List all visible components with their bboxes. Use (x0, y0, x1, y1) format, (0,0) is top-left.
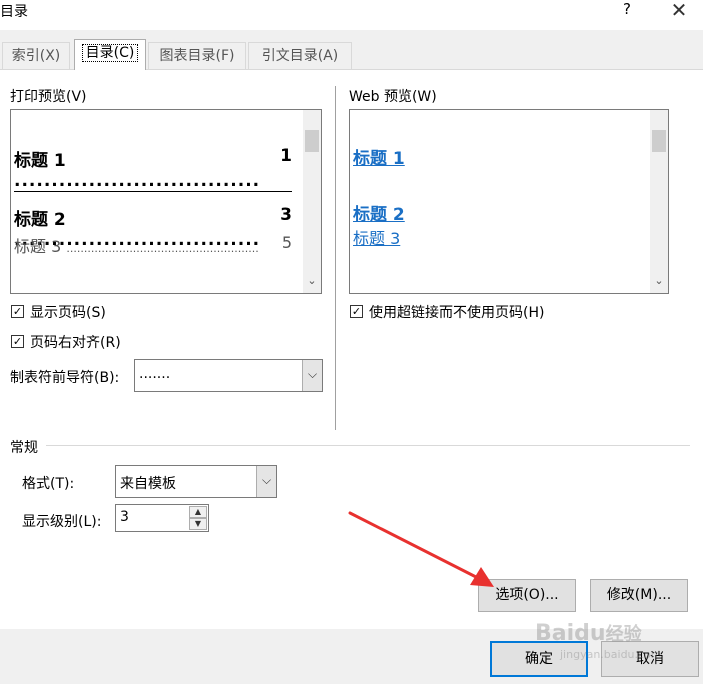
print-entry-3-text: 标题 3 (14, 237, 62, 256)
tab-leader-value: ....... (139, 366, 171, 382)
tab-toc[interactable]: 目录(C) (74, 39, 146, 70)
web-preview-scrollbar[interactable]: ⌄ (650, 110, 668, 293)
print-entry-3: 标题 3 ...................................… (14, 233, 292, 257)
print-entry-1: 标题 1 ................................. 1 (14, 146, 292, 192)
levels-stepper[interactable]: 3 ▲ ▼ (115, 504, 209, 532)
check-icon: ✓ (351, 305, 362, 318)
right-align-label: 页码右对齐(R) (30, 335, 121, 351)
levels-value[interactable]: 3 (120, 509, 129, 525)
general-label: 常规 (10, 440, 38, 456)
tab-figure-toc[interactable]: 图表目录(F) (148, 42, 246, 70)
tab-index[interactable]: 索引(X) (2, 42, 70, 70)
print-preview-label: 打印预览(V) (10, 89, 87, 105)
use-hyperlinks-label: 使用超链接而不使用页码(H) (369, 305, 545, 321)
baidu-watermark-logo: Baidu经验 (535, 620, 642, 646)
vertical-divider (335, 86, 336, 430)
help-icon[interactable]: ? (616, 0, 638, 20)
web-preview-scroll-thumb[interactable] (652, 130, 666, 152)
print-entry-2-page: 3 (280, 205, 292, 225)
show-page-numbers-label: 显示页码(S) (30, 305, 106, 321)
web-entry-2[interactable]: 标题 2 (353, 200, 405, 225)
print-entry-1-dots: ................................. (14, 171, 261, 191)
web-entry-1[interactable]: 标题 1 (353, 144, 405, 169)
chevron-down-icon[interactable]: ⌵ (302, 360, 322, 391)
format-label: 格式(T): (22, 476, 75, 492)
format-select[interactable]: 来自模板 ⌵ (115, 465, 277, 498)
use-hyperlinks-checkbox[interactable]: ✓ (350, 305, 363, 318)
check-icon: ✓ (12, 335, 23, 348)
right-align-checkbox[interactable]: ✓ (11, 335, 24, 348)
general-divider (46, 445, 690, 446)
spin-up-icon[interactable]: ▲ (189, 506, 207, 518)
tab-index-label: 索引(X) (11, 48, 61, 64)
print-preview-scrollbar[interactable]: ⌄ (303, 110, 321, 293)
print-preview-box: 标题 1 ................................. 1… (10, 109, 322, 294)
close-icon[interactable]: ✕ (664, 0, 694, 22)
modify-button[interactable]: 修改(M)... (590, 579, 688, 612)
print-preview-scroll-thumb[interactable] (305, 130, 319, 152)
spin-down-icon[interactable]: ▼ (189, 518, 207, 530)
chevron-down-icon[interactable]: ⌵ (256, 466, 276, 497)
options-button[interactable]: 选项(O)... (478, 579, 576, 612)
format-value: 来自模板 (120, 476, 176, 492)
levels-label: 显示级别(L): (22, 514, 102, 530)
print-entry-2-text: 标题 2 (14, 210, 66, 230)
tab-toc-label: 目录(C) (81, 44, 139, 62)
web-entry-3[interactable]: 标题 3 (353, 225, 400, 249)
web-preview-label: Web 预览(W) (349, 89, 437, 105)
check-icon: ✓ (12, 305, 23, 318)
tab-leader-label: 制表符前导符(B): (10, 370, 120, 386)
print-entry-1-page: 1 (280, 146, 292, 166)
tab-figure-toc-label: 图表目录(F) (159, 48, 235, 64)
tab-citation-toc-label: 引文目录(A) (261, 48, 339, 64)
watermark-suffix: 经验 (605, 624, 642, 645)
web-preview-box: 标题 1 标题 2 标题 3 ⌄ (349, 109, 669, 294)
print-entry-3-dots: ........................................… (66, 242, 259, 255)
show-page-numbers-checkbox[interactable]: ✓ (11, 305, 24, 318)
scroll-down-icon[interactable]: ⌄ (650, 274, 668, 287)
window-title: 目录 (0, 4, 28, 20)
watermark-brand: Baidu (535, 621, 606, 646)
tab-leader-select[interactable]: ....... ⌵ (134, 359, 323, 392)
tab-citation-toc[interactable]: 引文目录(A) (248, 42, 352, 70)
scroll-down-icon[interactable]: ⌄ (303, 274, 321, 287)
title-bar (0, 0, 703, 30)
watermark-url: jingyan.baidu.com (560, 648, 662, 661)
print-entry-1-text: 标题 1 (14, 151, 66, 171)
print-entry-3-page: 5 (279, 233, 292, 252)
